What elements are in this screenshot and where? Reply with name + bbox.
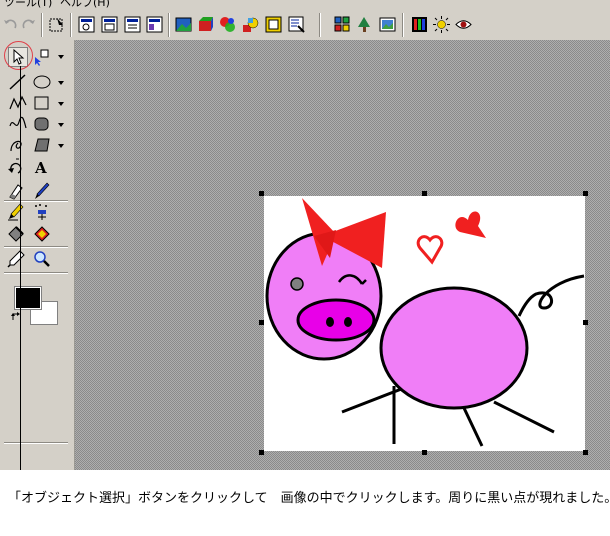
eye-icon[interactable] (455, 16, 472, 33)
canvas-icon[interactable] (288, 16, 305, 33)
shape-icon[interactable] (219, 16, 236, 33)
callout-circle (4, 41, 33, 70)
polygon-tool[interactable] (32, 135, 52, 155)
zoom-tool[interactable] (32, 249, 52, 269)
toolbar (0, 9, 610, 41)
svg-text:A: A (34, 159, 47, 177)
ellipse-tool[interactable] (32, 72, 52, 92)
text-color-icon[interactable] (242, 16, 259, 33)
thumbnails-icon[interactable] (334, 16, 351, 33)
menu-bar: ツール(T) ヘルプ(H) (0, 0, 610, 9)
select-all-icon[interactable] (48, 16, 65, 33)
image-icon[interactable] (379, 16, 396, 33)
fill-tool[interactable] (6, 224, 26, 244)
eyedropper-tool[interactable] (6, 249, 26, 269)
selection-handle[interactable] (583, 191, 588, 196)
undo-icon[interactable] (2, 16, 19, 33)
view-icon-4[interactable] (146, 16, 163, 33)
line-tool[interactable] (8, 72, 28, 92)
eraser-tool[interactable] (6, 181, 26, 201)
selected-image-object[interactable] (264, 196, 585, 451)
view-icon-3[interactable] (124, 16, 141, 33)
brush-tool[interactable] (32, 181, 52, 201)
toolbox-divider (4, 246, 68, 248)
rotate-tool[interactable] (6, 157, 26, 177)
pig-drawing (265, 198, 585, 447)
tree-icon[interactable] (356, 16, 373, 33)
selection-handle[interactable] (259, 450, 264, 455)
selection-handle[interactable] (583, 450, 588, 455)
color-balance-icon[interactable] (411, 16, 428, 33)
rounded-rectangle-tool[interactable] (32, 114, 52, 134)
chevron-down-icon[interactable] (58, 80, 64, 86)
effect-icon[interactable] (197, 16, 214, 33)
toolbox-divider (4, 272, 68, 274)
instruction-caption: 「オブジェクト選択」ボタンをクリックして 画像の中でクリックします。周りに黒い点… (8, 491, 610, 506)
menu-item-help[interactable]: ヘルプ(H) (60, 0, 110, 9)
selection-handle[interactable] (259, 320, 264, 325)
menu-item-tools[interactable]: ツール(T) (4, 0, 52, 9)
selection-handle[interactable] (422, 191, 427, 196)
foreground-color-swatch[interactable] (14, 286, 42, 310)
curve-tool[interactable] (8, 135, 28, 155)
airbrush-tool[interactable] (32, 202, 52, 222)
selection-handle[interactable] (583, 320, 588, 325)
object-transform-tool[interactable] (32, 47, 52, 67)
chevron-down-icon[interactable] (58, 54, 64, 60)
pen-tool[interactable] (6, 202, 26, 222)
view-icon-1[interactable] (78, 16, 95, 33)
picture-icon[interactable] (175, 16, 192, 33)
frame-icon[interactable] (265, 16, 282, 33)
brightness-icon[interactable] (433, 16, 450, 33)
toolbox-divider (4, 442, 68, 444)
freehand-tool[interactable] (8, 114, 28, 134)
callout-line (20, 66, 21, 470)
polyline-tool[interactable] (8, 93, 28, 113)
toolbox-divider (4, 200, 68, 202)
selection-handle[interactable] (422, 450, 427, 455)
stamp-tool[interactable] (32, 224, 52, 244)
selection-handle[interactable] (259, 191, 264, 196)
chevron-down-icon[interactable] (58, 122, 64, 128)
view-icon-2[interactable] (101, 16, 118, 33)
text-tool[interactable]: A (32, 157, 52, 177)
chevron-down-icon[interactable] (58, 101, 64, 107)
redo-icon[interactable] (20, 16, 37, 33)
chevron-down-icon[interactable] (58, 143, 64, 149)
toolbox: A (0, 40, 75, 470)
rectangle-tool[interactable] (32, 93, 52, 113)
